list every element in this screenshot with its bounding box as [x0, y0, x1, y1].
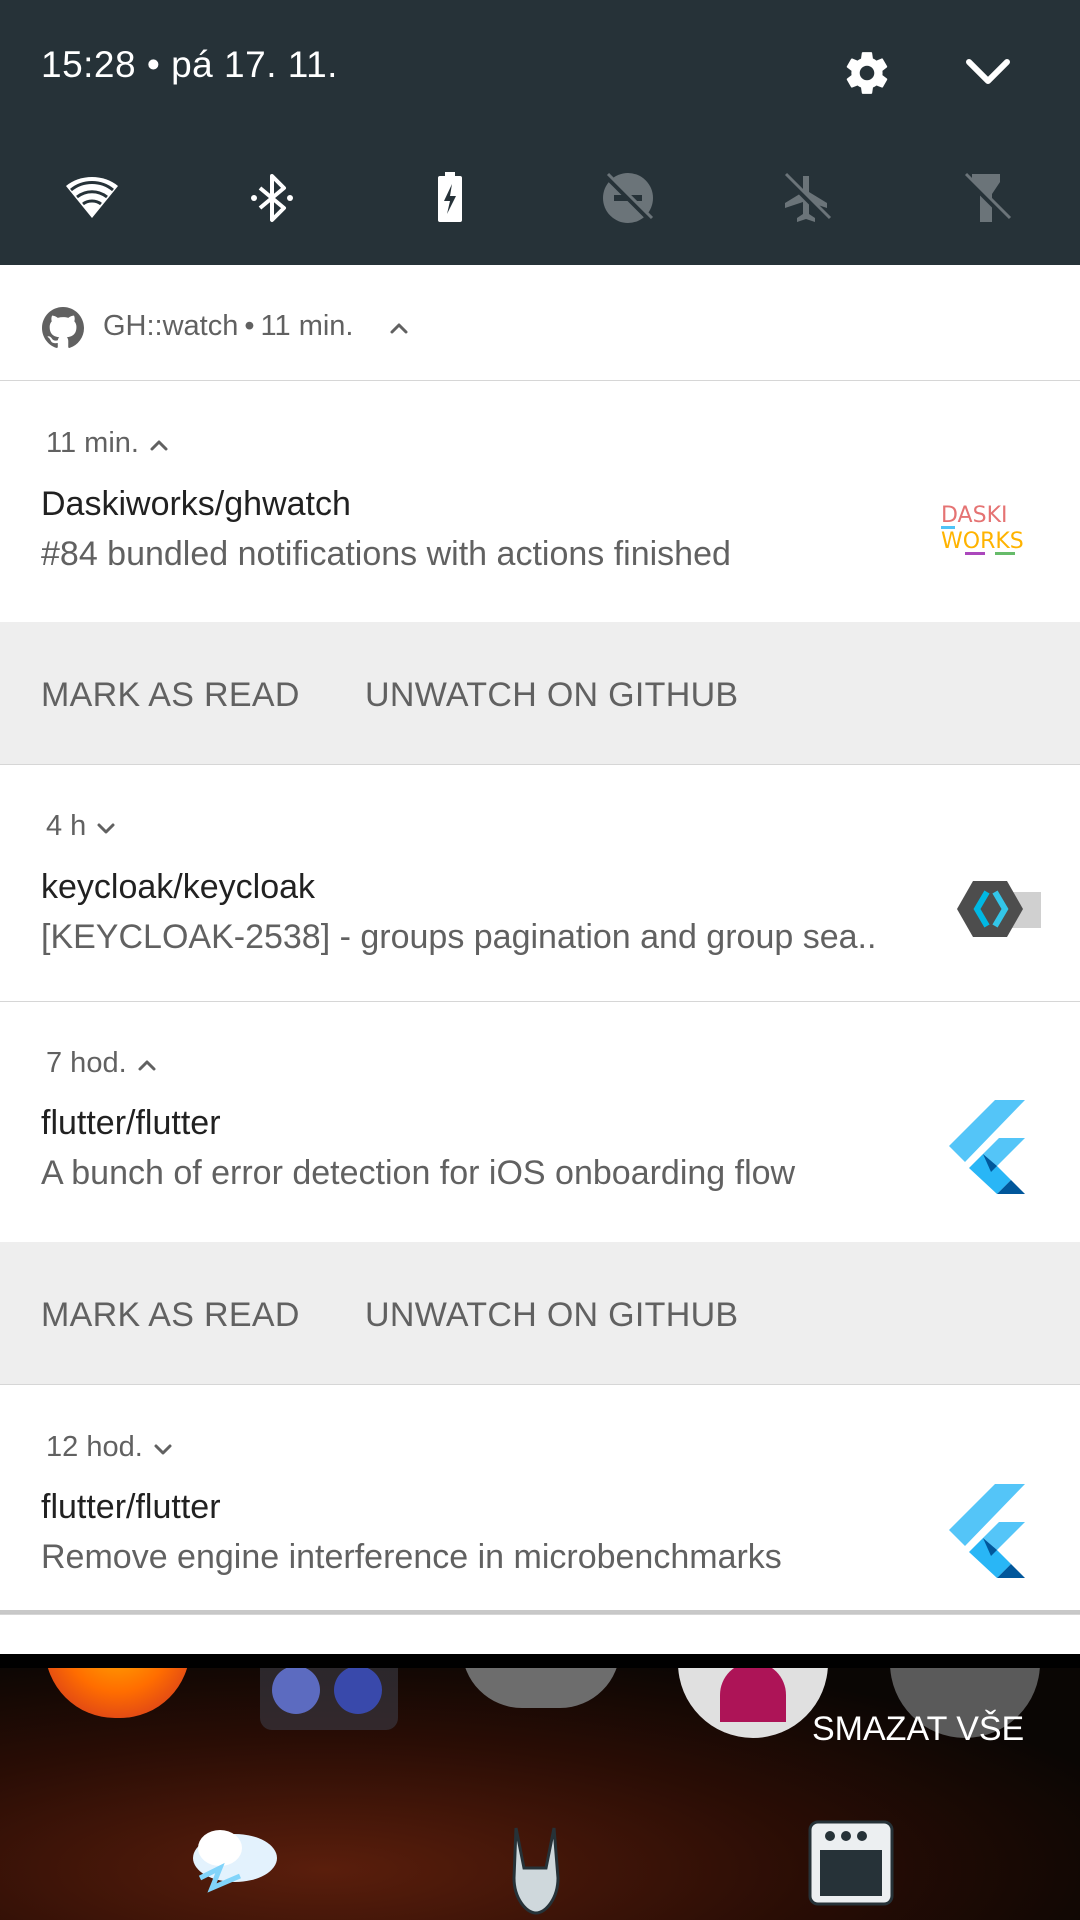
flashlight-icon[interactable] — [956, 168, 1016, 228]
app-folder-icon[interactable] — [260, 1668, 398, 1730]
notification-item[interactable]: 4 h keycloak/keycloak [KEYCLOAK-2538] - … — [0, 766, 1080, 1001]
notification-body: A bunch of error detection for iOS onboa… — [41, 1154, 796, 1192]
chevron-down-icon[interactable] — [151, 1436, 175, 1460]
weather-cloud-icon[interactable] — [180, 1818, 290, 1898]
flutter-logo-icon — [935, 1092, 1045, 1202]
notification-item[interactable]: 12 hod. flutter/flutter Remove engine in… — [0, 1386, 1080, 1610]
contact-silhouette-icon — [720, 1668, 786, 1722]
notification-title: flutter/flutter — [41, 1104, 221, 1142]
group-header-text: GH::watch • 11 min. — [103, 310, 354, 342]
flutter-logo-icon — [935, 1476, 1045, 1586]
video-call-icon — [334, 1668, 382, 1714]
airplane-mode-icon[interactable] — [776, 168, 836, 228]
notification-body: [KEYCLOAK-2538] - groups pagination and … — [41, 918, 877, 956]
app-name: GH::watch — [103, 310, 239, 342]
amplifier-app-icon[interactable] — [806, 1816, 896, 1908]
keycloak-logo-icon — [935, 854, 1045, 964]
contacts-app-icon[interactable] — [678, 1668, 828, 1738]
notification-item[interactable]: 7 hod. flutter/flutter A bunch of error … — [0, 1002, 1080, 1242]
collapsed-notification-edge[interactable] — [0, 1614, 1080, 1654]
logo-text-bottom: WORKS — [941, 529, 1024, 554]
notification-group-header[interactable]: GH::watch • 11 min. — [0, 265, 1080, 381]
notification-meta: 4 h — [46, 810, 118, 843]
chevron-up-icon[interactable] — [147, 432, 171, 456]
chevron-down-icon[interactable] — [94, 815, 118, 839]
mark-as-read-button[interactable]: MARK AS READ — [41, 676, 300, 715]
chevron-up-icon[interactable] — [386, 315, 412, 341]
messenger-icon — [272, 1668, 320, 1714]
notification-time: 12 hod. — [46, 1431, 143, 1463]
rock-hand-icon[interactable] — [496, 1818, 576, 1918]
notification-actions: MARK AS READ UNWATCH ON GITHUB — [0, 622, 1080, 765]
github-octocat-icon — [42, 307, 84, 349]
notification-title: Daskiworks/ghwatch — [41, 485, 351, 523]
notification-actions: MARK AS READ UNWATCH ON GITHUB — [0, 1242, 1080, 1385]
notification-body: #84 bundled notifications with actions f… — [41, 535, 731, 573]
chevron-up-icon[interactable] — [135, 1052, 159, 1076]
notification-item[interactable]: 11 min. Daskiworks/ghwatch #84 bundled n… — [0, 382, 1080, 622]
unwatch-on-github-button[interactable]: UNWATCH ON GITHUB — [365, 676, 738, 715]
bluetooth-icon[interactable] — [242, 168, 302, 228]
notification-time: 7 hod. — [46, 1047, 127, 1079]
notification-time: 4 h — [46, 810, 87, 842]
settings-gear-icon[interactable] — [842, 48, 892, 98]
notification-meta: 12 hod. — [46, 1431, 175, 1464]
notification-meta: 11 min. — [46, 427, 171, 460]
mark-as-read-button[interactable]: MARK AS READ — [41, 1296, 300, 1335]
wifi-icon[interactable] — [62, 168, 122, 228]
notification-title: keycloak/keycloak — [41, 868, 316, 906]
do-not-disturb-icon[interactable] — [598, 168, 658, 228]
home-screen-background — [0, 1668, 1080, 1920]
notification-meta: 7 hod. — [46, 1047, 159, 1080]
clear-all-button[interactable]: SMAZAT VŠE — [812, 1710, 1024, 1749]
battery-saver-icon[interactable] — [420, 168, 480, 228]
time-date: 15:28 • pá 17. 11. — [41, 44, 338, 85]
firefox-app-icon[interactable] — [45, 1668, 190, 1718]
daskiworks-logo-icon: DASKI WORKS — [935, 470, 1045, 580]
game-app-icon[interactable] — [462, 1668, 620, 1708]
logo-text-top: DASKI — [941, 503, 1007, 528]
unwatch-on-github-button[interactable]: UNWATCH ON GITHUB — [365, 1296, 738, 1335]
group-time: 11 min. — [260, 310, 354, 342]
collapse-chevron-icon[interactable] — [963, 52, 1013, 92]
notification-time: 11 min. — [46, 427, 139, 459]
notification-body: Remove engine interference in microbench… — [41, 1538, 782, 1576]
notification-panel: GH::watch • 11 min. 11 min. Daskiworks/ghw… — [0, 265, 1080, 1614]
notification-title: flutter/flutter — [41, 1488, 221, 1526]
quick-settings-header: 15:28 • pá 17. 11. — [0, 0, 1080, 265]
